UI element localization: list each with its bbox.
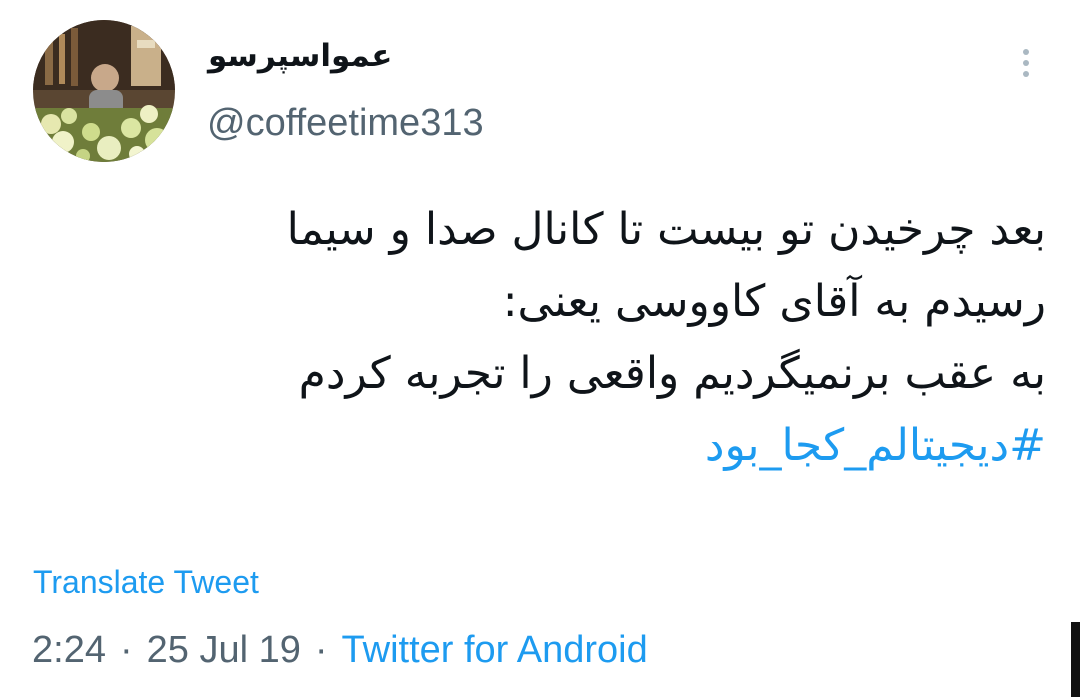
more-vertical-icon <box>1023 71 1029 77</box>
more-options-button[interactable] <box>1009 40 1043 86</box>
more-vertical-icon <box>1023 60 1029 66</box>
user-handle[interactable]: @coffeetime313 <box>207 98 484 148</box>
hashtag-link[interactable]: #دیجیتالم_کجا_بود <box>120 410 1046 482</box>
tweet-date[interactable]: 25 Jul 19 <box>147 629 301 671</box>
tweet-text: بعد چرخیدن تو بیست تا کانال صدا و سیما ر… <box>120 194 1046 482</box>
tweet-text-line: بعد چرخیدن تو بیست تا کانال صدا و سیما <box>286 204 1046 255</box>
tweet-text-line: رسیدم به آقای کاووسی یعنی: <box>502 276 1046 327</box>
translate-tweet-link[interactable]: Translate Tweet <box>33 560 259 604</box>
separator: · <box>119 629 133 671</box>
avatar[interactable] <box>33 20 175 162</box>
more-vertical-icon <box>1023 49 1029 55</box>
screen-edge <box>1071 622 1080 697</box>
tweet-time[interactable]: 2:24 <box>32 629 106 671</box>
separator: · <box>314 629 328 671</box>
tweet-metadata: 2:24 · 25 Jul 19 · Twitter for Android <box>32 624 648 676</box>
display-name[interactable]: عمواسپرسو <box>208 32 392 80</box>
tweet-source-link[interactable]: Twitter for Android <box>342 629 648 671</box>
tweet-text-line: به عقب برنمیگردیم واقعی را تجربه کردم <box>298 348 1046 399</box>
